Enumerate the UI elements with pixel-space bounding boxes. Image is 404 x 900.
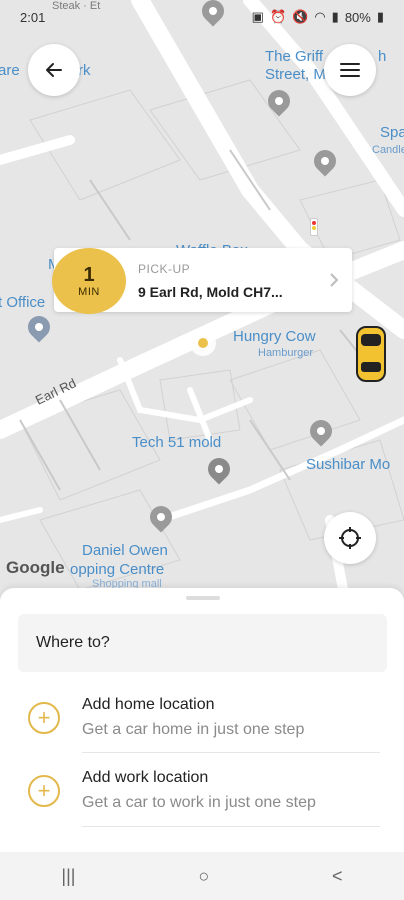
status-time: 2:01 xyxy=(20,9,46,25)
eta-value: 1 xyxy=(83,264,95,286)
plus-circle-icon: + xyxy=(28,702,60,734)
arrow-left-icon xyxy=(46,63,62,77)
where-to-placeholder: Where to? xyxy=(36,634,110,651)
car-icon xyxy=(356,326,386,382)
pickup-dot-icon xyxy=(190,330,216,356)
chevron-right-icon xyxy=(330,273,339,287)
add-home-location-row[interactable]: + Add home location Get a car home in ju… xyxy=(0,684,404,754)
map-label-spa: Spa xyxy=(380,124,404,141)
status-bar: 2:01 ▣ ⏰ 🔇 ◠ ▮ 80% ▮ xyxy=(0,0,404,34)
notification-icon: ▣ xyxy=(251,9,264,24)
map-label-shopping: opping Centre xyxy=(70,561,165,578)
battery-icon: ▮ xyxy=(376,9,384,24)
recenter-button[interactable] xyxy=(324,512,376,564)
sheet-handle[interactable] xyxy=(186,596,220,600)
map-label-office: t Office xyxy=(0,294,46,311)
divider xyxy=(82,752,380,753)
alarm-icon: ⏰ xyxy=(269,9,287,24)
traffic-light-icon xyxy=(310,218,318,236)
plus-circle-icon: + xyxy=(28,775,60,807)
where-to-input[interactable]: Where to? xyxy=(18,614,387,672)
back-button[interactable] xyxy=(28,44,80,96)
battery-percent: 80% xyxy=(344,9,371,25)
back-nav-button[interactable]: < xyxy=(332,866,343,887)
home-button[interactable]: ○ xyxy=(198,866,209,887)
map-label-hungry-cow: Hungry Cow xyxy=(233,328,316,345)
menu-button[interactable] xyxy=(324,44,376,96)
pickup-label: PICK-UP xyxy=(138,262,191,276)
add-home-title: Add home location xyxy=(82,696,215,713)
eta-badge: 1 MIN xyxy=(52,248,126,314)
map-label-street: Street, M xyxy=(265,66,326,83)
eta-unit: MIN xyxy=(78,286,100,298)
add-work-subtitle: Get a car to work in just one step xyxy=(82,794,316,811)
crosshair-icon xyxy=(339,527,361,549)
map-label-candle: Candle xyxy=(372,144,404,156)
wifi-icon: ◠ xyxy=(314,9,326,24)
map-label-sushibar: Sushibar Mo xyxy=(306,456,391,473)
add-work-location-row[interactable]: + Add work location Get a car to work in… xyxy=(0,757,404,827)
add-home-subtitle: Get a car home in just one step xyxy=(82,721,305,738)
status-icons: ▣ ⏰ 🔇 ◠ ▮ 80% ▮ xyxy=(252,9,384,25)
signal-icon: ▮ xyxy=(331,9,339,24)
pickup-address: 9 Earl Rd, Mold CH7... xyxy=(138,284,283,300)
hamburger-menu-icon xyxy=(340,63,360,77)
map-label-daniel-owen: Daniel Owen xyxy=(82,542,168,559)
map-label-hamburger: Hamburger xyxy=(258,347,314,359)
divider xyxy=(82,826,380,827)
add-work-title: Add work location xyxy=(82,769,209,786)
map-label-griff2: h xyxy=(378,48,387,65)
map-label-griff: The Griff xyxy=(265,48,324,65)
map-label-area: are xyxy=(0,62,20,79)
map-label-tech51: Tech 51 mold xyxy=(132,434,222,451)
google-logo: Google xyxy=(6,558,65,577)
recent-apps-button[interactable]: ||| xyxy=(61,866,75,887)
mute-icon: 🔇 xyxy=(292,9,309,24)
android-nav-bar: ||| ○ < xyxy=(0,852,404,900)
